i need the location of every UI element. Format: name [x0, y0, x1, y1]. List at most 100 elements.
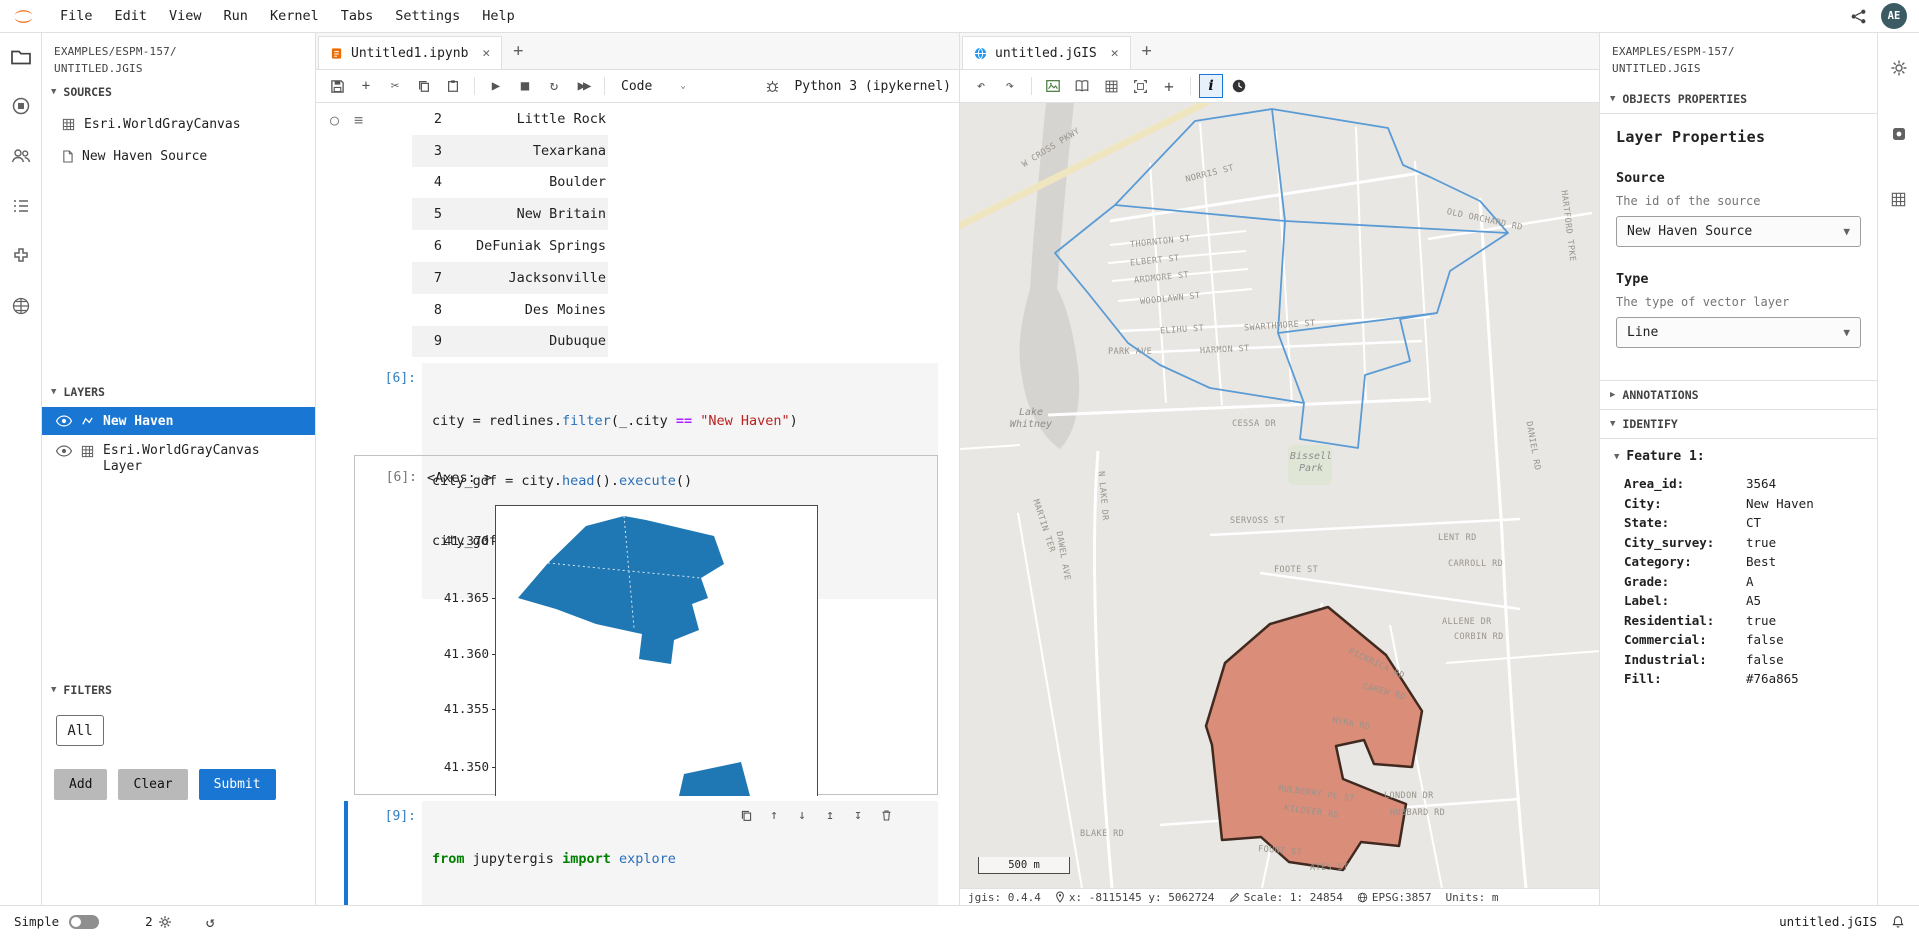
properties-right-panel: EXAMPLES/ESPM-157/ UNTITLED.JGIS ▼ OBJEC…	[1600, 33, 1877, 905]
notification-bell-icon[interactable]	[1891, 915, 1905, 929]
new-tab-button[interactable]: +	[502, 33, 534, 69]
table-of-contents-icon[interactable]	[11, 196, 31, 216]
layer-item-new-haven[interactable]: New Haven	[42, 407, 315, 435]
map-canvas[interactable]: W CROSS PKWYNORRIS STOLD ORCHARD RDHARTF…	[960, 103, 1599, 888]
chevron-down-icon: ▼	[1610, 419, 1615, 429]
table-row: 3 Texarkana	[412, 135, 608, 167]
filters-section-header[interactable]: ▼ FILTERS	[42, 683, 315, 697]
restart-run-all-icon[interactable]: ▶▶	[570, 73, 596, 99]
source-item-esri[interactable]: Esri.WorldGrayCanvas	[42, 109, 315, 139]
layers-section-header[interactable]: ▼ LAYERS	[42, 385, 315, 399]
right-activity-bar	[1877, 33, 1919, 905]
copy-icon[interactable]	[411, 73, 437, 99]
add-layer-icon[interactable]: +	[1156, 73, 1182, 99]
menu-item[interactable]: Edit	[104, 8, 159, 24]
redo-icon[interactable]: ↷	[997, 73, 1023, 99]
user-avatar[interactable]: AE	[1881, 3, 1907, 29]
insert-cell-above-icon[interactable]: ↥	[820, 805, 840, 825]
cell-input-prompt: [6]:	[370, 371, 416, 386]
projection-code[interactable]: EPSG:3857	[1372, 891, 1432, 904]
kernel-name[interactable]: Python 3 (ipykernel)	[794, 79, 951, 94]
feature-fields: Area_id: 3564 City: New Haven State: CT	[1614, 474, 1863, 689]
add-button[interactable]: Add	[54, 769, 107, 800]
park-area	[1288, 445, 1332, 485]
duplicate-cell-icon[interactable]	[736, 805, 756, 825]
menu-item[interactable]: View	[158, 8, 213, 24]
collaboration-icon[interactable]	[11, 146, 31, 166]
menu-item[interactable]: Run	[213, 8, 259, 24]
move-cell-up-icon[interactable]: ↑	[764, 805, 784, 825]
cut-icon[interactable]: ✂	[382, 73, 408, 99]
close-icon[interactable]: ✕	[1111, 46, 1119, 61]
raster-layer-icon	[81, 445, 94, 458]
feature-field-row: Fill: #76a865	[1624, 669, 1863, 689]
type-select[interactable]: Line ▼	[1616, 317, 1861, 348]
debugger-bug-icon[interactable]	[759, 73, 785, 99]
undo-icon[interactable]: ↶	[968, 73, 994, 99]
paste-icon[interactable]	[440, 73, 466, 99]
file-browser-icon[interactable]	[11, 49, 31, 66]
notebook-tabbar: Untitled1.ipynb ✕ +	[316, 33, 959, 70]
share-icon[interactable]	[1850, 8, 1867, 25]
new-tab-button[interactable]: +	[1131, 33, 1163, 69]
filter-chip-all[interactable]: All	[56, 715, 104, 746]
identify-header[interactable]: ▼ IDENTIFY	[1600, 410, 1877, 439]
export-image-icon[interactable]	[1040, 73, 1066, 99]
running-kernels-icon[interactable]	[11, 96, 31, 116]
feature-field-row: Label: A5	[1624, 591, 1863, 611]
delete-cell-icon[interactable]	[876, 805, 896, 825]
save-icon[interactable]	[324, 73, 350, 99]
clear-button[interactable]: Clear	[118, 769, 187, 800]
feature-title[interactable]: ▼ Feature 1:	[1614, 449, 1863, 464]
history-icon[interactable]: ↺	[206, 913, 215, 931]
map-scale: Scale: 1: 24854	[1244, 891, 1343, 904]
simple-mode-toggle[interactable]	[69, 915, 99, 929]
chevron-down-icon: ▼	[51, 387, 56, 397]
close-icon[interactable]: ✕	[482, 46, 490, 61]
gis-panel-icon[interactable]	[11, 296, 31, 316]
cell-output-area[interactable]: [6]: <Axes: > 41.370 41.365 41.360 41.35…	[354, 455, 938, 795]
tab-gis[interactable]: untitled.jGIS ✕	[962, 36, 1131, 69]
vector-layer-icon	[81, 415, 94, 428]
globe-icon	[974, 47, 987, 60]
type-field-desc: The type of vector layer	[1616, 295, 1861, 309]
run-icon[interactable]: ▶	[483, 73, 509, 99]
move-cell-down-icon[interactable]: ↓	[792, 805, 812, 825]
menu-item[interactable]: Kernel	[259, 8, 330, 24]
source-select[interactable]: New Haven Source ▼	[1616, 216, 1861, 247]
cell-type-select[interactable]: Code ⌄	[613, 79, 694, 94]
dataframe-output: 2 Little Rock 3 Texarkana 4 Boulder	[316, 103, 608, 357]
cursor-coordinates: x: -8115145 y: 5062724	[1069, 891, 1215, 904]
insert-cell-icon[interactable]: +	[353, 73, 379, 99]
chevron-right-icon: ▶	[1610, 390, 1615, 400]
eye-icon[interactable]	[56, 415, 72, 427]
tab-notebook[interactable]: Untitled1.ipynb ✕	[318, 36, 502, 69]
menu-item[interactable]: Settings	[384, 8, 471, 24]
grid-icon[interactable]	[1098, 73, 1124, 99]
layer-item-esri[interactable]: Esri.WorldGrayCanvasLayer	[42, 441, 315, 476]
eye-icon[interactable]	[56, 445, 72, 457]
menu-item[interactable]: Tabs	[330, 8, 385, 24]
submit-button[interactable]: Submit	[199, 769, 276, 800]
menu-item[interactable]: File	[49, 8, 104, 24]
restart-kernel-icon[interactable]: ↻	[541, 73, 567, 99]
sources-section-header[interactable]: ▼ SOURCES	[42, 85, 315, 99]
objects-properties-header[interactable]: ▼ OBJECTS PROPERTIES	[1600, 85, 1877, 114]
extensions-icon[interactable]	[11, 246, 31, 266]
feature-field-row: City_survey: true	[1624, 533, 1863, 553]
debugger-icon[interactable]	[1890, 125, 1908, 143]
temporal-controller-icon[interactable]	[1226, 73, 1252, 99]
insert-cell-below-icon[interactable]: ↧	[848, 805, 868, 825]
kernel-sessions-indicator[interactable]: 2	[145, 914, 172, 929]
menu-item[interactable]: Help	[471, 8, 526, 24]
identify-feature-block: ▼ Feature 1: Area_id: 3564 City: New Hav…	[1600, 439, 1877, 699]
extent-icon[interactable]	[1127, 73, 1153, 99]
property-inspector-icon[interactable]	[1890, 59, 1908, 77]
stop-icon[interactable]: ■	[512, 73, 538, 99]
widgets-icon[interactable]	[1890, 191, 1907, 208]
identify-tool-button[interactable]: i	[1199, 74, 1223, 98]
source-item-new-haven[interactable]: New Haven Source	[42, 141, 315, 171]
basemap-icon[interactable]	[1069, 73, 1095, 99]
notebook-content[interactable]: ○ ≡ 2 Little Rock 3 Texarkana 4	[316, 103, 959, 905]
annotations-header[interactable]: ▶ ANNOTATIONS	[1600, 380, 1877, 410]
